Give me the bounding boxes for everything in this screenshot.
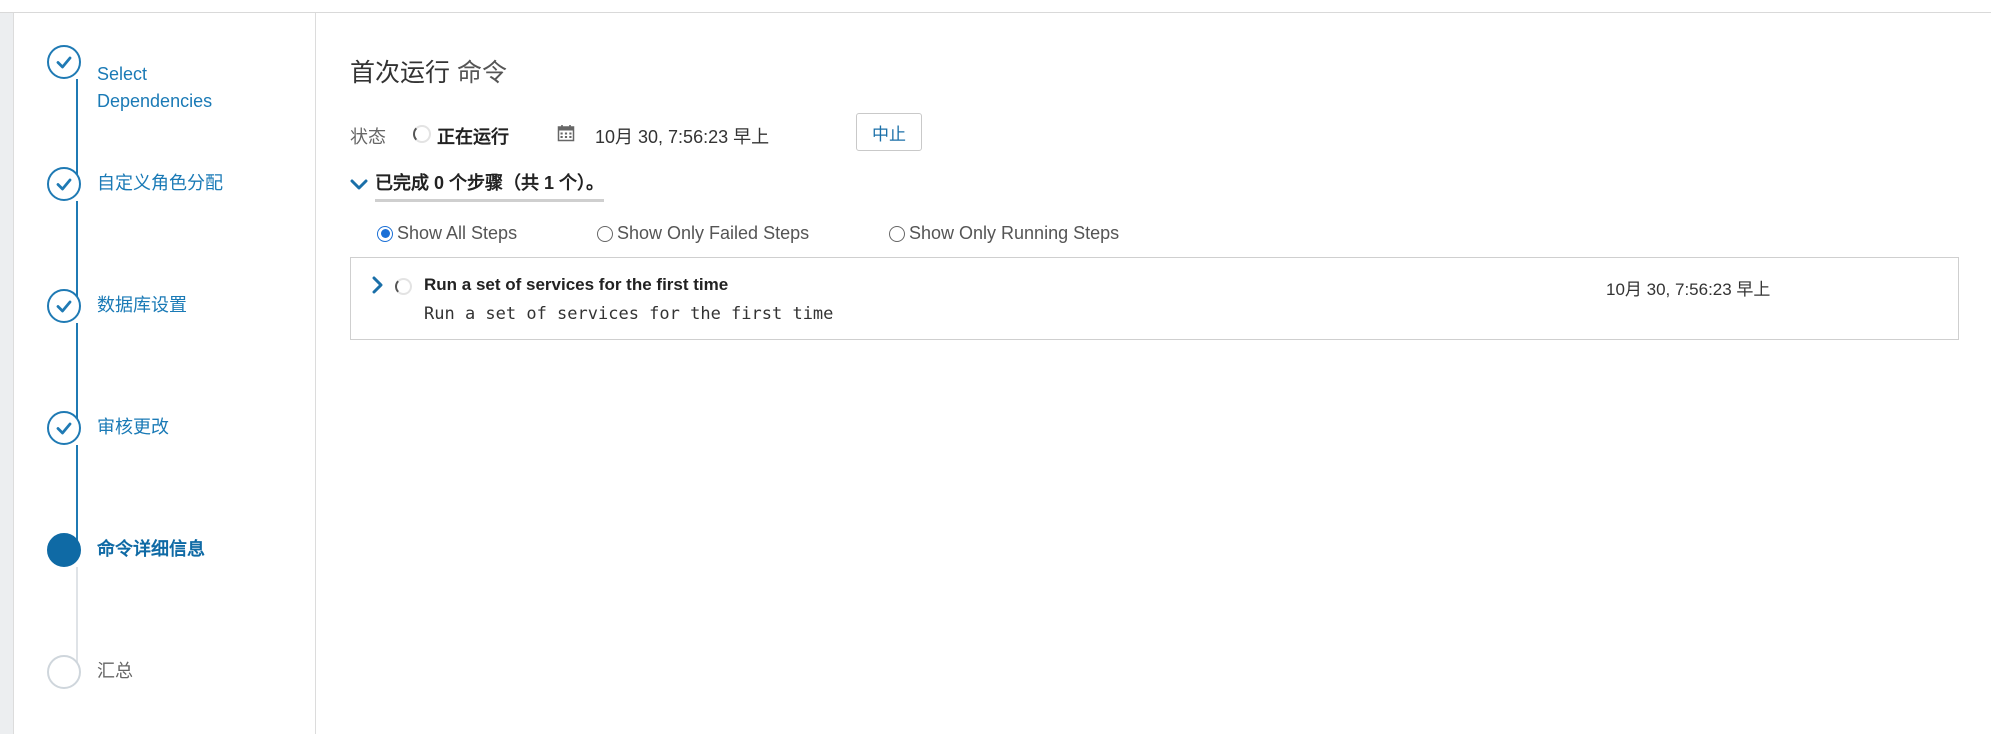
step-connector [76,567,78,671]
step-description: Run a set of services for the first time [424,304,834,324]
step-connector [76,79,78,179]
wizard-step-command-details[interactable]: 命令详细信息 [14,533,316,573]
step-done-indicator [47,45,81,79]
checkmark-icon [56,422,72,435]
loading-spinner-icon [395,278,412,295]
wizard-step-summary[interactable]: 汇总 [14,655,316,695]
wizard-step-label: Select Dependencies [97,64,213,111]
step-timestamp: 10月 30, 7:56:23 早上 [1606,280,1771,299]
checkmark-icon [56,178,72,191]
wizard-step-select-dependencies[interactable]: Select Dependencies [14,45,316,111]
filter-label: Show Only Failed Steps [617,223,810,243]
steps-summary-toggle[interactable]: 已完成 0 个步骤（共 1 个）。 [350,165,650,202]
top-border [0,0,1991,13]
filter-show-only-running-steps[interactable]: Show Only Running Steps [889,223,1119,244]
wizard-step-review-changes[interactable]: 审核更改 [14,411,316,451]
radio-button[interactable] [597,225,613,242]
wizard-step-label: 命令详细信息 [97,539,205,559]
checkmark-icon [56,300,72,313]
checkmark-icon [56,56,72,69]
status-value: 正在运行 [437,127,509,147]
step-name: Run a set of services for the first time [424,275,729,294]
wizard-step-role-assignment[interactable]: 自定义角色分配 [14,167,316,207]
step-connector [76,323,78,427]
wizard-step-database-setup[interactable]: 数据库设置 [14,289,316,329]
wizard-step-label: 自定义角色分配 [97,173,223,193]
step-current-indicator [47,533,81,567]
filter-label: Show All Steps [397,223,518,243]
chevron-down-icon [350,179,368,190]
step-pending-indicator [47,655,81,689]
steps-summary-text: 已完成 0 个步骤（共 1 个）。 [375,169,605,202]
wizard-step-label: 数据库设置 [97,295,187,315]
step-connector [76,445,78,549]
page-title: 首次运行 命令 [350,59,507,87]
step-connector [76,201,78,305]
step-done-indicator [47,289,81,323]
wizard-step-label: 汇总 [97,661,133,681]
status-timestamp: 10月 30, 7:56:23 早上 [595,127,770,147]
main-content: 首次运行 命令 状态 正在运行 10月 30, 7:56:23 早上 中止 已完… [317,13,1991,734]
wizard-steps-sidebar: Select Dependencies 自定义角色分配 数据库设置 审核更改 命… [14,13,316,734]
radio-button[interactable] [377,225,393,242]
radio-button[interactable] [889,225,905,242]
step-filter-group: Show All Steps Show Only Failed Steps Sh… [377,223,1277,253]
chevron-right-icon[interactable] [371,276,385,294]
step-done-indicator [47,167,81,201]
filter-show-only-failed-steps[interactable]: Show Only Failed Steps [597,223,809,244]
filter-show-all-steps[interactable]: Show All Steps [377,223,517,244]
left-edge-strip [0,13,14,734]
calendar-icon [557,125,575,142]
status-label: 状态 [350,127,386,147]
status-row: 状态 正在运行 10月 30, 7:56:23 早上 中止 [350,113,1250,153]
abort-button[interactable]: 中止 [856,113,922,151]
command-step-row: Run a set of services for the first time… [350,257,1959,340]
wizard-step-label: 审核更改 [97,417,169,437]
filter-label: Show Only Running Steps [909,223,1120,243]
step-done-indicator [47,411,81,445]
loading-spinner-icon [413,125,431,143]
